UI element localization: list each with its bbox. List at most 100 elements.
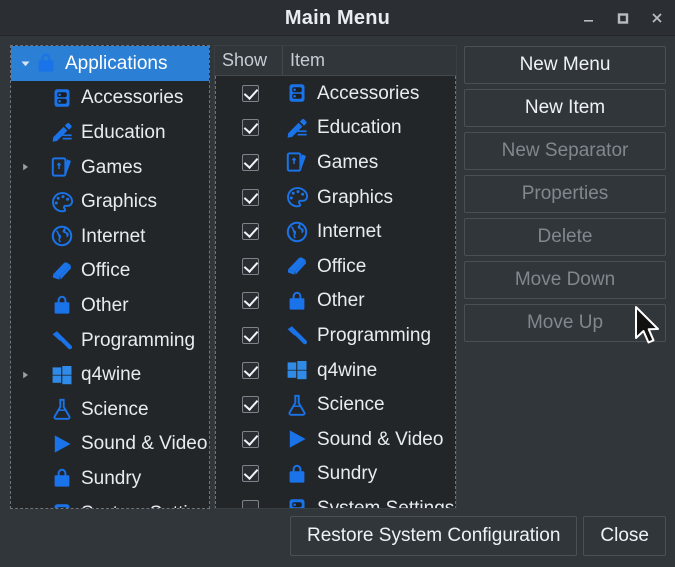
checkbox-checked[interactable] xyxy=(242,396,259,413)
show-checkbox-cell[interactable] xyxy=(216,292,284,309)
restore-system-configuration-button[interactable]: Restore System Configuration xyxy=(290,516,577,556)
window-controls xyxy=(579,0,667,36)
show-checkbox-cell[interactable] xyxy=(216,431,284,448)
palette-icon xyxy=(284,184,310,210)
hammer-icon xyxy=(284,322,310,348)
tree-item[interactable]: q4wine xyxy=(11,357,209,392)
tree-item[interactable]: Other xyxy=(11,288,209,323)
column-header-item[interactable]: Item xyxy=(283,46,456,75)
cards-icon xyxy=(284,149,310,175)
list-item[interactable]: Accessories xyxy=(216,76,455,111)
checkbox-unchecked[interactable] xyxy=(242,500,259,509)
bag-icon xyxy=(33,50,59,76)
show-checkbox-cell[interactable] xyxy=(216,362,284,379)
tree-item-label: Sundry xyxy=(81,469,141,488)
chevron-right-icon[interactable] xyxy=(17,358,33,392)
chevron-right-icon[interactable] xyxy=(17,150,33,184)
show-checkbox-cell[interactable] xyxy=(216,85,284,102)
show-checkbox-cell[interactable] xyxy=(216,327,284,344)
list-item-label: System Settings xyxy=(317,499,454,509)
list-item-label: q4wine xyxy=(317,361,377,380)
properties-button: Properties xyxy=(464,175,666,213)
tree-spacer xyxy=(17,254,33,288)
window-title: Main Menu xyxy=(0,0,675,36)
tree-item[interactable]: Sundry xyxy=(11,461,209,496)
show-checkbox-cell[interactable] xyxy=(216,500,284,509)
show-checkbox-cell[interactable] xyxy=(216,154,284,171)
list-item-label: Games xyxy=(317,153,378,172)
checkbox-checked[interactable] xyxy=(242,85,259,102)
list-item[interactable]: Programming xyxy=(216,318,455,353)
list-item[interactable]: Sound & Video xyxy=(216,422,455,457)
tree-item[interactable]: Programming xyxy=(11,323,209,358)
tree-item[interactable]: Games xyxy=(11,150,209,185)
tree-item[interactable]: Science xyxy=(11,392,209,427)
checkbox-checked[interactable] xyxy=(242,189,259,206)
tree-item-root[interactable]: Applications xyxy=(11,46,209,81)
list-item[interactable]: Other xyxy=(216,284,455,319)
tree-item-label: q4wine xyxy=(81,365,141,384)
globe-icon xyxy=(284,219,310,245)
checkbox-checked[interactable] xyxy=(242,258,259,275)
tree-item[interactable]: Sound & Video xyxy=(11,427,209,462)
list-item[interactable]: Graphics xyxy=(216,180,455,215)
bag-icon xyxy=(49,292,75,318)
tree-item[interactable]: Graphics xyxy=(11,184,209,219)
chevron-down-icon[interactable] xyxy=(17,46,33,80)
list-item[interactable]: Sundry xyxy=(216,457,455,492)
minimize-button[interactable] xyxy=(579,8,599,28)
column-header-show[interactable]: Show xyxy=(215,46,283,75)
list-item-label: Accessories xyxy=(317,84,419,103)
tree-item[interactable]: System Settings xyxy=(11,496,209,509)
tree-item-label: Science xyxy=(81,400,149,419)
checkbox-checked[interactable] xyxy=(242,292,259,309)
new-separator-button: New Separator xyxy=(464,132,666,170)
tree-item[interactable]: Office xyxy=(11,254,209,289)
hammer-icon xyxy=(49,327,75,353)
checkbox-checked[interactable] xyxy=(242,154,259,171)
tree-item[interactable]: Accessories xyxy=(11,81,209,116)
list-item[interactable]: Education xyxy=(216,111,455,146)
show-checkbox-cell[interactable] xyxy=(216,465,284,482)
checkbox-checked[interactable] xyxy=(242,431,259,448)
palette-icon xyxy=(49,189,75,215)
new-menu-button[interactable]: New Menu xyxy=(464,46,666,84)
drawers-icon xyxy=(49,500,75,509)
tree-item[interactable]: Education xyxy=(11,115,209,150)
show-checkbox-cell[interactable] xyxy=(216,189,284,206)
menu-tree[interactable]: Applications Accessories Education xyxy=(10,45,210,509)
tree-spacer xyxy=(17,185,33,219)
maximize-button[interactable] xyxy=(613,8,633,28)
checkbox-checked[interactable] xyxy=(242,119,259,136)
show-checkbox-cell[interactable] xyxy=(216,119,284,136)
list-item[interactable]: q4wine xyxy=(216,353,455,388)
checkbox-checked[interactable] xyxy=(242,223,259,240)
list-item[interactable]: Office xyxy=(216,249,455,284)
delete-button: Delete xyxy=(464,218,666,256)
new-item-button[interactable]: New Item xyxy=(464,89,666,127)
close-button[interactable] xyxy=(647,8,667,28)
tree-item[interactable]: Internet xyxy=(11,219,209,254)
main-menu-window: Main Menu Applications xyxy=(0,0,675,567)
windows-icon xyxy=(284,357,310,383)
list-item-label: Graphics xyxy=(317,188,393,207)
show-checkbox-cell[interactable] xyxy=(216,223,284,240)
show-checkbox-cell[interactable] xyxy=(216,396,284,413)
tree-item-label: Games xyxy=(81,158,142,177)
list-item[interactable]: Internet xyxy=(216,214,455,249)
move-down-button: Move Down xyxy=(464,261,666,299)
menu-item-list[interactable]: Show Item Accessories Education xyxy=(214,45,457,509)
tree-spacer xyxy=(17,81,33,115)
checkbox-checked[interactable] xyxy=(242,465,259,482)
tree-item-label: Education xyxy=(81,123,166,142)
list-item[interactable]: System Settings xyxy=(216,491,455,509)
list-item[interactable]: Science xyxy=(216,387,455,422)
show-checkbox-cell[interactable] xyxy=(216,258,284,275)
tree-spacer xyxy=(17,392,33,426)
checkbox-checked[interactable] xyxy=(242,327,259,344)
action-button-column: New Menu New Item New Separator Properties D… xyxy=(464,46,666,342)
list-item-label: Education xyxy=(317,118,402,137)
close-dialog-button[interactable]: Close xyxy=(583,516,666,556)
checkbox-checked[interactable] xyxy=(242,362,259,379)
list-item[interactable]: Games xyxy=(216,145,455,180)
